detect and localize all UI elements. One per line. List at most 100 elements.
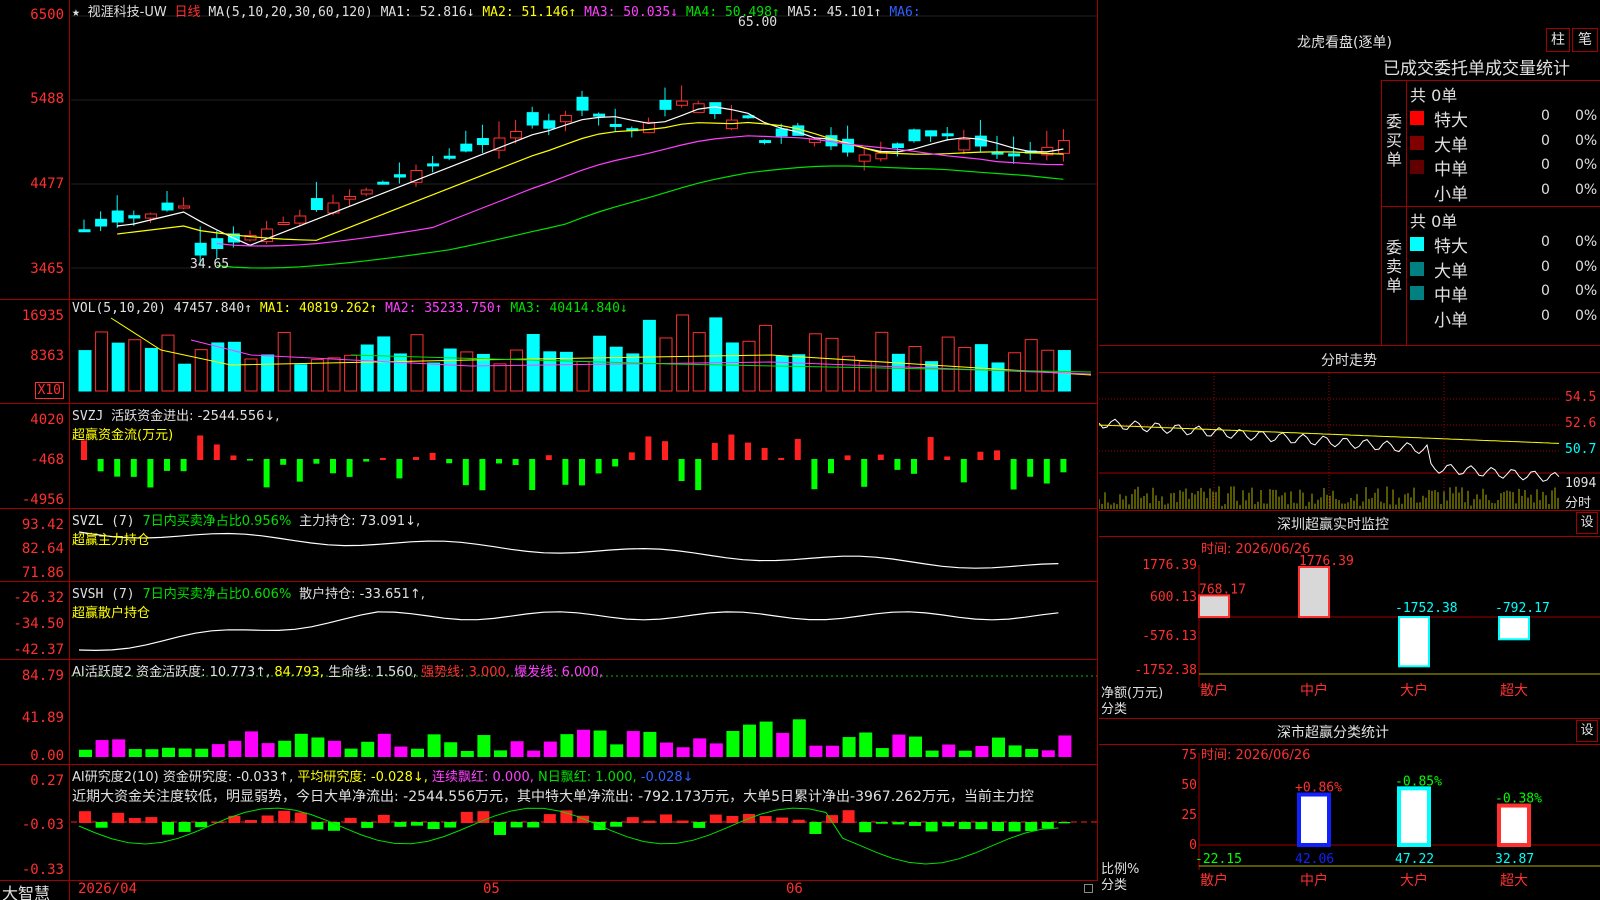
sz-monitor-category: 中户 [1300, 682, 1328, 699]
volume-bar [1024, 339, 1038, 392]
volume-bar [1057, 350, 1071, 392]
candle-body [377, 181, 390, 185]
volume-bar [593, 335, 607, 392]
sz-monitor-data-label: -792.17 [1495, 601, 1550, 616]
buy-swatch [1410, 185, 1424, 199]
candle-body [1057, 140, 1070, 154]
money-flow-bar [678, 459, 685, 482]
vol-y-axis: 16935 8363 X10 [21, 308, 64, 399]
volume-bar [676, 314, 690, 392]
volume-bar [642, 319, 656, 392]
buy-total: 共 0单 [1410, 86, 1458, 105]
money-flow-bar [662, 441, 668, 460]
ai1-bar [643, 731, 657, 757]
ai2-comment: 近期大资金关注度较低，明显弱势，今日大单净流出: -2544.556万元，其中特… [72, 789, 1034, 805]
money-flow-bar [960, 459, 967, 483]
ai2-bar [610, 822, 623, 827]
ai2-bar [909, 822, 921, 826]
volume-bar [742, 340, 756, 392]
ai1-bar [543, 741, 557, 757]
ai1-bar [859, 732, 873, 757]
intraday-vol-tick: 1094 [1565, 476, 1597, 491]
ai2-bar [958, 822, 971, 829]
sz-monitor-settings-button[interactable]: 设 [1576, 512, 1598, 534]
volume-bar [991, 362, 1005, 392]
candle-body [493, 137, 506, 151]
buy-pct: 0% [1575, 132, 1598, 149]
ai1-bar [294, 733, 308, 757]
sz-monitor-data-label: 1776.39 [1299, 554, 1354, 569]
buy-pct: 0% [1575, 108, 1598, 124]
ai1-bar [776, 732, 790, 757]
money-flow-bar [728, 434, 735, 460]
buy-swatch [1410, 135, 1424, 150]
sz-class-category: 中户 [1300, 872, 1328, 889]
tick-mode-button[interactable]: 笔 [1572, 28, 1598, 52]
sz-class-y-tick: 75 [1181, 748, 1197, 763]
buy-count: 0 [1541, 132, 1550, 149]
sz-monitor-title: 深圳超赢实时监控 [1277, 517, 1389, 533]
candle-body [476, 138, 489, 146]
candle-body [128, 215, 141, 219]
ai2-bar [112, 812, 125, 823]
money-flow-bar [1027, 459, 1034, 477]
buy-count: 0 [1541, 108, 1550, 124]
money-flow-bar [280, 459, 287, 465]
volume-bar [310, 359, 324, 392]
ai1-bar [112, 739, 126, 757]
sz-monitor-category: 散户 [1200, 682, 1228, 699]
app-logo: 大智慧 [2, 884, 51, 900]
intraday-chart[interactable] [1099, 373, 1600, 510]
ai2-bar [925, 822, 938, 832]
volume-bar [925, 361, 939, 392]
candle-body [360, 189, 373, 195]
sz-class-category: 大户 [1400, 872, 1428, 889]
volume-bar [244, 358, 258, 392]
sz-class-settings-button[interactable]: 设 [1576, 720, 1598, 742]
candle-body [194, 242, 207, 256]
money-flow-bar [296, 459, 303, 482]
main-chart-header: ★ 视涯科技-UW 日线 MA(5,10,20,30,60,120) MA1: … [72, 5, 921, 20]
sz-class-category: 散户 [1200, 872, 1228, 889]
volume-bar [393, 353, 407, 392]
ai1-bar [809, 745, 823, 757]
sell-total: 共 0单 [1410, 212, 1458, 231]
right-panel: 龙虎看盘(逐单) 柱 笔 已成交委托单成交量统计 委买单 委卖单 共 0单 共 … [1099, 0, 1600, 900]
ai2-bar [460, 811, 473, 823]
bar-mode-button[interactable]: 柱 [1546, 28, 1570, 52]
sz-monitor-y-tick: 1776.39 [1142, 558, 1197, 573]
money-flow-bar [828, 459, 834, 474]
candle-body [393, 174, 406, 178]
ai1-bar [826, 745, 839, 757]
buy-label: 小单 [1434, 184, 1468, 205]
ai1-bar [510, 741, 524, 757]
ai1-bar [875, 748, 889, 757]
sell-row: 大单 0 0% [1410, 257, 1600, 282]
sz-class-bar [1397, 786, 1431, 847]
volume-bar [277, 331, 291, 392]
ai1-bar [842, 737, 856, 757]
period-label[interactable]: 日线 [175, 5, 201, 20]
favorite-star-icon[interactable]: ★ [72, 5, 80, 20]
sz-class-bottom-label: 32.87 [1495, 852, 1534, 867]
money-flow-bar [628, 452, 635, 460]
candle-body [593, 113, 606, 117]
sz-class-top-label: -0.38% [1495, 792, 1542, 807]
ai1-bar [925, 750, 939, 757]
ma4-line [216, 165, 1064, 269]
buy-side-label: 委买单 [1386, 112, 1403, 169]
candle-body [559, 115, 572, 123]
candle-body [925, 130, 938, 137]
sz-class-top-label: +0.86% [1295, 781, 1342, 796]
candle-body [842, 138, 855, 153]
ai2-bar [1008, 822, 1021, 832]
candle-body [277, 222, 290, 225]
ai1-bar [792, 719, 806, 757]
sell-swatch [1410, 237, 1424, 251]
sz-class-bottom-label: 47.22 [1395, 852, 1434, 867]
lock-icon[interactable] [1084, 884, 1093, 893]
ai2-header: AI研究度2(10) 资金研究度: -0.033↑, 平均研究度: -0.028… [72, 770, 694, 785]
volume-bar [891, 353, 905, 392]
ai1-bar [394, 746, 408, 757]
ai1-bar [593, 730, 607, 757]
